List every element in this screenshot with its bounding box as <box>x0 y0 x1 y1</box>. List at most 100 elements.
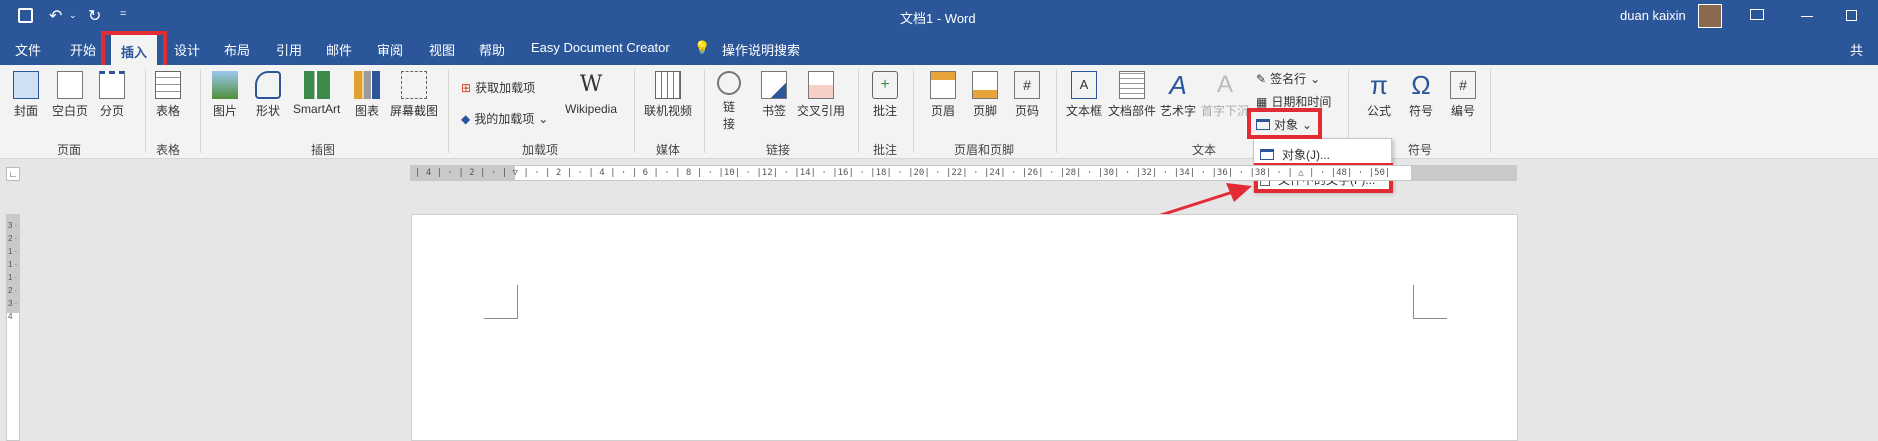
cross-reference-button[interactable]: 交叉引用 <box>797 71 845 119</box>
signature-line-button[interactable]: ✎ 签名行 ⌄ <box>1256 70 1320 87</box>
get-addins-button[interactable]: ⊞ 获取加载项 <box>461 79 535 96</box>
symbol-button[interactable]: Ω 符号 <box>1408 71 1434 119</box>
quick-parts-button[interactable]: 文档部件 <box>1108 71 1156 119</box>
link-button[interactable]: 链接 <box>717 71 741 132</box>
page-number-button[interactable]: # 页码 <box>1014 71 1040 119</box>
link-globe-icon <box>717 71 741 95</box>
chart-button[interactable]: 图表 <box>354 71 380 119</box>
group-label-illustrations: 插图 <box>311 143 336 157</box>
smartart-icon <box>303 71 330 99</box>
ribbon-display-options-icon[interactable] <box>1750 9 1764 20</box>
blank-page-button[interactable]: 空白页 <box>52 71 88 119</box>
store-icon: ⊞ <box>461 80 472 95</box>
document-title: 文档1 - Word <box>900 11 976 26</box>
group-label-header-footer: 页眉和页脚 <box>954 143 1015 157</box>
cover-page-icon <box>13 71 39 99</box>
redo-icon[interactable]: ↻ <box>88 6 101 26</box>
addins-icon: ◆ <box>461 111 471 126</box>
pi-icon: π <box>1370 70 1388 100</box>
horizontal-ruler[interactable]: | 4 | · | 2 | · | ▽ | · | 2 | · | 4 | · … <box>410 165 1517 181</box>
number-button[interactable]: # 编号 <box>1450 71 1476 119</box>
tab-references[interactable]: 引用 <box>276 40 302 59</box>
save-icon[interactable] <box>18 8 33 23</box>
share-button[interactable]: 共 <box>1850 40 1863 59</box>
group-label-pages: 页面 <box>57 143 82 157</box>
tab-selector[interactable]: ∟ <box>6 167 20 181</box>
divider <box>634 69 635 153</box>
text-box-button[interactable]: A 文本框 <box>1066 71 1102 119</box>
minimize-icon[interactable] <box>1801 16 1813 17</box>
tab-mailings[interactable]: 邮件 <box>326 40 352 59</box>
text-box-icon: A <box>1071 71 1097 99</box>
group-label-table: 表格 <box>156 143 181 157</box>
user-name[interactable]: duan kaixin <box>1620 8 1686 23</box>
signature-icon: ✎ <box>1256 71 1267 86</box>
wikipedia-button[interactable]: W Wikipedia <box>565 71 617 116</box>
online-video-icon <box>655 71 681 99</box>
my-addins-button[interactable]: ◆ 我的加载项 ⌄ <box>461 110 548 127</box>
tab-review[interactable]: 审阅 <box>377 40 403 59</box>
pictures-button[interactable]: 图片 <box>212 71 238 119</box>
group-label-media: 媒体 <box>656 143 681 157</box>
bookmark-icon <box>761 71 787 99</box>
tab-layout[interactable]: 布局 <box>224 40 250 59</box>
drop-cap-icon: A <box>1216 71 1233 98</box>
page-number-icon: # <box>1014 71 1040 99</box>
omega-icon: Ω <box>1411 70 1431 100</box>
table-icon <box>155 71 181 99</box>
group-label-text: 文本 <box>1192 143 1217 157</box>
bookmark-button[interactable]: 书签 <box>761 71 787 119</box>
group-label-symbols: 符号 <box>1408 143 1433 157</box>
footer-button[interactable]: 页脚 <box>972 71 998 119</box>
undo-dropdown-icon[interactable]: ⌄ <box>69 10 77 21</box>
tab-help[interactable]: 帮助 <box>479 40 505 59</box>
tell-me-search[interactable]: 操作说明搜索 <box>722 40 800 59</box>
table-button[interactable]: 表格 <box>155 71 181 119</box>
smartart-button[interactable]: SmartArt <box>293 71 340 116</box>
wordart-button[interactable]: A 艺术字 <box>1160 71 1196 119</box>
calendar-icon: ▦ <box>1256 94 1268 109</box>
page-break-icon <box>99 71 125 99</box>
comment-icon: + <box>872 71 898 99</box>
divider <box>145 69 146 153</box>
tab-easy-document-creator[interactable]: Easy Document Creator <box>531 40 670 55</box>
chart-icon <box>354 71 380 99</box>
header-button[interactable]: 页眉 <box>930 71 956 119</box>
document-page[interactable] <box>411 214 1518 441</box>
divider <box>704 69 705 153</box>
online-video-button[interactable]: 联机视频 <box>644 71 692 119</box>
wordart-icon: A <box>1169 70 1187 100</box>
ribbon-tabs: 文件 开始 插入 设计 布局 引用 邮件 审阅 视图 帮助 Easy Docum… <box>0 34 1878 65</box>
divider <box>448 69 449 153</box>
divider <box>858 69 859 153</box>
object-button-highlight <box>1247 108 1322 139</box>
comment-button[interactable]: + 批注 <box>872 71 898 119</box>
customize-qat-icon[interactable]: = <box>120 8 126 20</box>
blank-page-icon <box>57 71 83 99</box>
drop-cap-button[interactable]: A 首字下沉 <box>1201 71 1249 119</box>
screenshot-button[interactable]: 屏幕截图 <box>390 71 438 119</box>
margin-corner-right <box>1413 285 1447 319</box>
quick-parts-icon <box>1119 71 1145 99</box>
undo-icon[interactable]: ↶ <box>49 6 62 26</box>
vertical-ruler[interactable]: 3 · 2 · 1 · 1 · 1 · 2 · 3 · 4 <box>6 214 20 441</box>
avatar[interactable] <box>1698 4 1722 28</box>
tab-design[interactable]: 设计 <box>174 40 200 59</box>
group-label-comments: 批注 <box>873 143 898 157</box>
equation-button[interactable]: π 公式 <box>1366 71 1392 119</box>
margin-corner-left <box>484 285 518 319</box>
maximize-icon[interactable] <box>1846 10 1857 21</box>
tab-view[interactable]: 视图 <box>429 40 455 59</box>
page-break-button[interactable]: 分页 <box>99 71 125 119</box>
shapes-button[interactable]: 形状 <box>255 71 281 119</box>
group-label-addins: 加载项 <box>522 143 559 157</box>
ruler-scale: | 4 | · | 2 | · | ▽ | · | 2 | · | 4 | · … <box>415 168 1391 178</box>
footer-icon <box>972 71 998 99</box>
tab-file[interactable]: 文件 <box>15 40 41 59</box>
lightbulb-icon: 💡 <box>694 40 711 55</box>
tab-home[interactable]: 开始 <box>70 40 96 59</box>
number-icon: # <box>1450 71 1476 99</box>
picture-icon <box>212 71 238 99</box>
cover-page-button[interactable]: 封面 <box>13 71 39 119</box>
ribbon-insert: 封面 空白页 分页 页面 表格 表格 图片 形状 SmartArt 图表 屏幕截… <box>0 65 1878 159</box>
